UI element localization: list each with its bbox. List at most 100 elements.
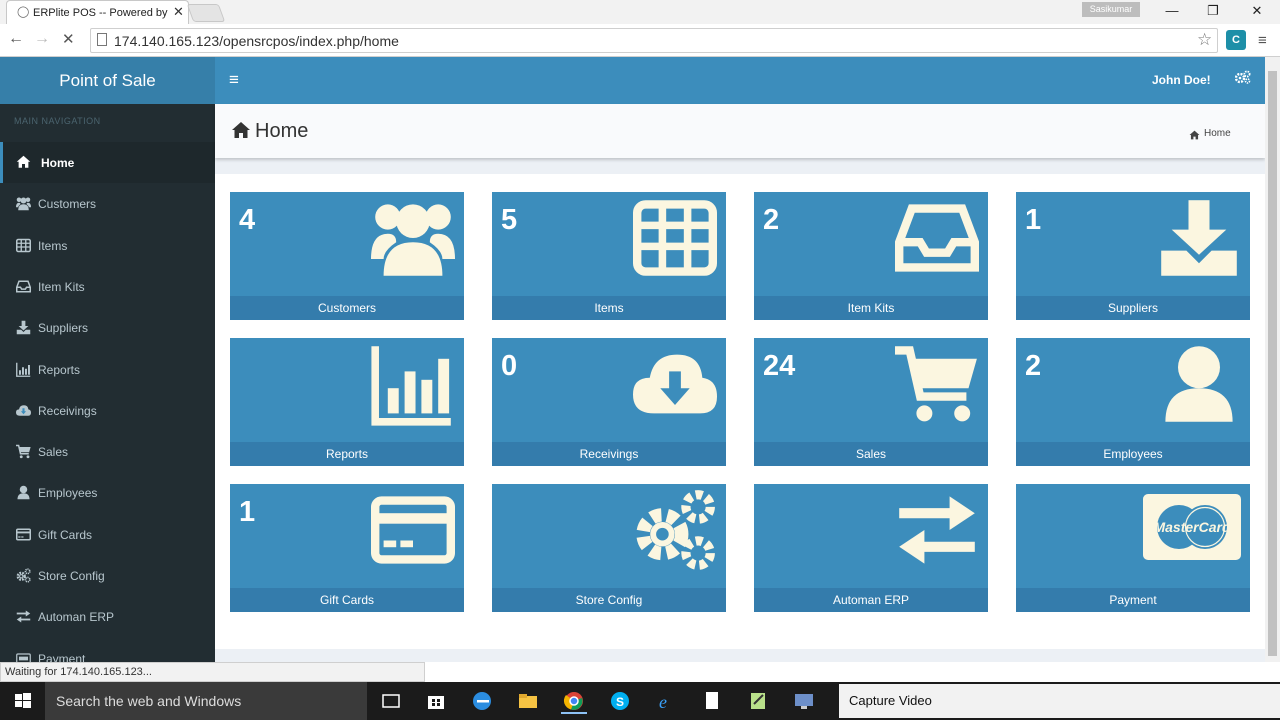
- breadcrumb[interactable]: Home: [1204, 128, 1231, 139]
- sidebar-item-home[interactable]: Home: [0, 142, 215, 183]
- back-icon[interactable]: ←: [8, 30, 24, 48]
- notepad-icon[interactable]: [745, 688, 771, 714]
- sidebar-item-label: Sales: [38, 445, 69, 460]
- sidebar-item-store-config[interactable]: Store Config: [0, 555, 215, 596]
- task-view-icon[interactable]: [378, 688, 404, 714]
- minimize-button[interactable]: —: [1157, 3, 1187, 21]
- tile-label[interactable]: Customers: [230, 296, 464, 320]
- tile-receivings[interactable]: 0 Receivings: [492, 338, 726, 466]
- tile-label[interactable]: Automan ERP: [754, 588, 988, 612]
- bar-chart-icon: [371, 342, 455, 431]
- sidebar-toggle-icon[interactable]: ≡: [229, 70, 239, 90]
- sidebar-item-reports[interactable]: Reports: [0, 349, 215, 390]
- sidebar-item-payment[interactable]: Payment: [0, 638, 215, 662]
- sidebar-item-employees[interactable]: Employees: [0, 472, 215, 513]
- tile-label[interactable]: Gift Cards: [230, 588, 464, 612]
- tile-label[interactable]: Employees: [1016, 442, 1250, 466]
- tile-store-config[interactable]: Store Config: [492, 484, 726, 612]
- sidebar-item-suppliers[interactable]: Suppliers: [0, 307, 215, 348]
- tile-employees[interactable]: 2 Employees: [1016, 338, 1250, 466]
- extension-icon[interactable]: C: [1226, 30, 1246, 50]
- restore-button[interactable]: ❐: [1198, 3, 1228, 21]
- tile-label[interactable]: Reports: [230, 442, 464, 466]
- tile-item-kits[interactable]: 2 Item Kits: [754, 192, 988, 320]
- tile-count: 0: [501, 350, 518, 382]
- sidebar-item-item-kits[interactable]: Item Kits: [0, 266, 215, 307]
- document-icon[interactable]: [699, 688, 725, 714]
- tile-gift-cards[interactable]: 1 Gift Cards: [230, 484, 464, 612]
- bar-chart-icon: [16, 362, 31, 377]
- new-tab-button[interactable]: [186, 4, 226, 22]
- file-explorer-icon[interactable]: [515, 688, 541, 714]
- tile-label[interactable]: Items: [492, 296, 726, 320]
- tile-items[interactable]: 5 Items: [492, 192, 726, 320]
- sidebar-item-label: Payment: [38, 651, 86, 662]
- tile-count: 2: [1025, 350, 1042, 382]
- profile-badge[interactable]: Sasikumar: [1082, 2, 1140, 17]
- cc-mastercard-icon: [16, 651, 31, 662]
- skype-icon[interactable]: S: [607, 688, 633, 714]
- sidebar-item-customers[interactable]: Customers: [0, 183, 215, 224]
- page-title: Home: [255, 120, 309, 142]
- user-icon: [1157, 342, 1241, 431]
- forward-icon[interactable]: →: [34, 30, 50, 48]
- chrome-icon[interactable]: [561, 688, 587, 714]
- user-menu[interactable]: John Doe!: [1152, 73, 1211, 87]
- sidebar-item-gift-cards[interactable]: Gift Cards: [0, 514, 215, 555]
- page-icon: [97, 33, 107, 46]
- sidebar-item-sales[interactable]: Sales: [0, 431, 215, 472]
- sidebar-item-automan-erp[interactable]: Automan ERP: [0, 596, 215, 637]
- cloud-download-icon: [633, 342, 717, 431]
- tile-label[interactable]: Suppliers: [1016, 296, 1250, 320]
- credit-card-icon: [16, 527, 31, 542]
- browser-tab[interactable]: ◯ ERPlite POS -- Powered by ✕: [6, 0, 189, 24]
- tile-payment[interactable]: MasterCard Payment: [1016, 484, 1250, 612]
- page-scrollbar[interactable]: [1265, 57, 1280, 662]
- edge-icon[interactable]: [469, 688, 495, 714]
- scrollbar-thumb[interactable]: [1268, 71, 1277, 656]
- sidebar-item-label: Gift Cards: [38, 527, 93, 542]
- tab-close-icon[interactable]: ✕: [173, 4, 184, 20]
- tile-label[interactable]: Item Kits: [754, 296, 988, 320]
- tile-label[interactable]: Payment: [1016, 588, 1250, 612]
- cart-icon: [895, 342, 979, 431]
- page-favicon-icon: ◯: [17, 6, 30, 18]
- settings-cogs-icon[interactable]: [1234, 70, 1251, 87]
- sidebar-item-items[interactable]: Items: [0, 225, 215, 266]
- tile-sales[interactable]: 24 Sales: [754, 338, 988, 466]
- home-icon: [231, 121, 251, 144]
- tile-label[interactable]: Store Config: [492, 588, 726, 612]
- window-close-button[interactable]: ✕: [1242, 3, 1272, 21]
- tab-title: ERPlite POS -- Powered by: [33, 7, 168, 19]
- sidebar-item-label: Home: [41, 156, 75, 170]
- sidebar-item-label: Items: [38, 238, 68, 253]
- start-button[interactable]: [0, 682, 45, 720]
- tile-reports[interactable]: Reports: [230, 338, 464, 466]
- browser-tab-strip: ◯ ERPlite POS -- Powered by ✕ Sasikumar …: [0, 0, 1280, 24]
- bookmark-star-icon[interactable]: ☆: [1197, 30, 1212, 50]
- user-icon: [16, 485, 31, 500]
- ie-icon[interactable]: e: [653, 688, 679, 714]
- app-logo[interactable]: Point of Sale: [0, 57, 215, 104]
- taskbar-search[interactable]: Search the web and Windows: [45, 682, 367, 720]
- browser-menu-icon[interactable]: ≡: [1258, 32, 1267, 49]
- taskbar-search-placeholder: Search the web and Windows: [56, 693, 242, 709]
- tile-count: 2: [763, 204, 780, 236]
- remote-desktop-icon[interactable]: [791, 688, 817, 714]
- tile-label[interactable]: Sales: [754, 442, 988, 466]
- stop-icon[interactable]: ✕: [62, 30, 75, 48]
- address-bar[interactable]: 174.140.165.123/opensrcpos/index.php/hom…: [90, 28, 1218, 53]
- breadcrumb-home-icon[interactable]: [1189, 127, 1200, 145]
- tile-suppliers[interactable]: 1 Suppliers: [1016, 192, 1250, 320]
- nav-header: MAIN NAVIGATION: [14, 116, 101, 126]
- tile-label[interactable]: Receivings: [492, 442, 726, 466]
- tile-customers[interactable]: 4 Customers: [230, 192, 464, 320]
- tile-count: 24: [763, 350, 796, 382]
- sidebar-item-label: Reports: [38, 362, 81, 377]
- inbox-icon: [895, 196, 979, 285]
- url-text[interactable]: 174.140.165.123/opensrcpos/index.php/hom…: [114, 33, 399, 49]
- tile-automan-erp[interactable]: Automan ERP: [754, 484, 988, 612]
- store-icon[interactable]: [423, 688, 449, 714]
- capture-video-app[interactable]: Capture Video: [839, 684, 1280, 718]
- sidebar-item-receivings[interactable]: Receivings: [0, 390, 215, 431]
